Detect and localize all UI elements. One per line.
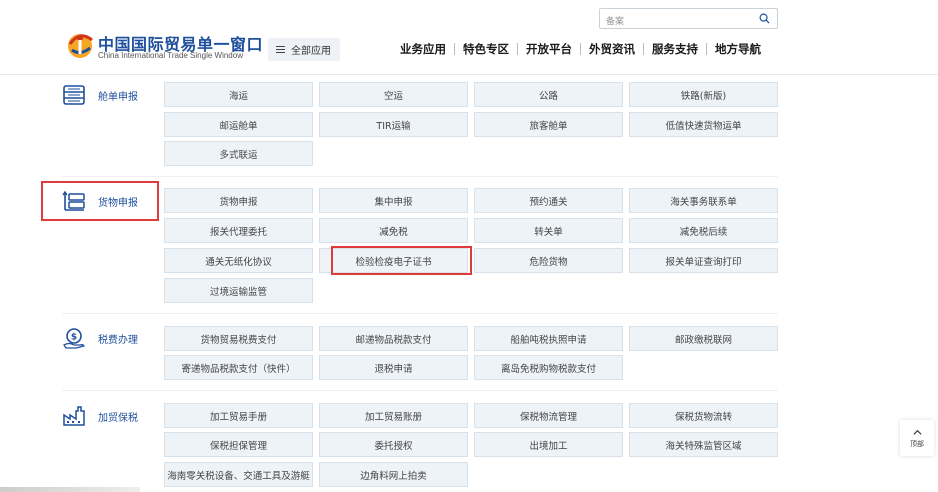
- main-nav: 业务应用 特色专区 开放平台 外贸资讯 服务支持 地方导航: [392, 41, 769, 57]
- tile-hainan-zero-tariff[interactable]: 海南零关税设备、交通工具及游艇: [164, 462, 313, 487]
- category-label: 货物申报: [98, 197, 138, 209]
- all-apps-label: 全部应用: [291, 46, 331, 57]
- nav-business-apps[interactable]: 业务应用: [392, 41, 454, 57]
- tile-bonded-logistics[interactable]: 保税物流管理: [474, 403, 623, 428]
- tile-inspection-e-certificate[interactable]: 检验检疫电子证书: [319, 248, 468, 273]
- tile-centralized-declaration[interactable]: 集中申报: [319, 188, 468, 213]
- category-tax[interactable]: $ 税费办理: [62, 327, 138, 349]
- tile-agent-authorization[interactable]: 报关代理委托: [164, 218, 313, 243]
- tile-document-print[interactable]: 报关单证查询打印: [629, 248, 778, 273]
- logo-icon: [68, 34, 93, 58]
- tax-icon: $: [63, 328, 85, 349]
- manifest-icon: [63, 85, 85, 105]
- tile-transit-form[interactable]: 转关单: [474, 218, 623, 243]
- back-to-top-button[interactable]: 顶部: [900, 420, 934, 456]
- tile-special-supervision-zone[interactable]: 海关特殊监管区域: [629, 432, 778, 457]
- tile-goods-tax-payment[interactable]: 货物贸易税费支付: [164, 326, 313, 351]
- section-divider: [62, 176, 778, 177]
- search-box: [599, 8, 778, 32]
- tile-postal-manifest[interactable]: 邮运舱单: [164, 112, 313, 137]
- tile-paperless-agreement[interactable]: 通关无纸化协议: [164, 248, 313, 273]
- tile-bonded-guarantee[interactable]: 保税担保管理: [164, 432, 313, 457]
- nav-open-platform[interactable]: 开放平台: [518, 41, 580, 57]
- tile-postal-tax-network[interactable]: 邮政缴税联网: [629, 326, 778, 351]
- tile-passenger-manifest[interactable]: 旅客舱单: [474, 112, 623, 137]
- tile-air[interactable]: 空运: [319, 82, 468, 107]
- tile-outbound-processing[interactable]: 出境加工: [474, 432, 623, 457]
- category-label: 舱单申报: [98, 91, 138, 103]
- tile-tir[interactable]: TIR运输: [319, 112, 468, 137]
- section-divider: [62, 390, 778, 391]
- tile-tonnage-tax-license[interactable]: 船舶吨税执照申请: [474, 326, 623, 351]
- tile-entrust-authorization[interactable]: 委托授权: [319, 432, 468, 457]
- section-divider: [62, 313, 778, 314]
- tile-sea[interactable]: 海运: [164, 82, 313, 107]
- tile-transit-supervision[interactable]: 过境运输监管: [164, 278, 313, 303]
- search-icon[interactable]: [759, 13, 770, 24]
- tile-processing-manual[interactable]: 加工贸易手册: [164, 403, 313, 428]
- nav-support[interactable]: 服务支持: [644, 41, 706, 57]
- brand-subtitle: China International Trade Single Window: [98, 51, 243, 60]
- horizontal-scrollbar[interactable]: [0, 487, 140, 492]
- factory-icon: [63, 406, 85, 426]
- cargo-icon: [62, 190, 85, 211]
- nav-special-zone[interactable]: 特色专区: [455, 41, 517, 57]
- tile-postal-tax-payment[interactable]: 邮递物品税款支付: [319, 326, 468, 351]
- category-manifest[interactable]: 舱单申报: [62, 84, 138, 106]
- all-apps-button[interactable]: 全部应用: [268, 38, 340, 61]
- tile-express-tax-payment[interactable]: 寄递物品税款支付（快件）: [164, 355, 313, 380]
- tile-low-value-waybill[interactable]: 低值快速货物运单: [629, 112, 778, 137]
- header: 中国国际贸易单一窗口 China International Trade Sin…: [0, 0, 938, 75]
- tile-goods-declaration[interactable]: 货物申报: [164, 188, 313, 213]
- category-cargo[interactable]: 货物申报: [62, 190, 138, 212]
- tile-dangerous-goods[interactable]: 危险货物: [474, 248, 623, 273]
- tile-tax-exemption-followup[interactable]: 减免税后续: [629, 218, 778, 243]
- tile-rail[interactable]: 铁路(新版): [629, 82, 778, 107]
- tile-tax-exemption[interactable]: 减免税: [319, 218, 468, 243]
- tile-scheduled-clearance[interactable]: 预约通关: [474, 188, 623, 213]
- tile-customs-contact[interactable]: 海关事务联系单: [629, 188, 778, 213]
- tile-processing-ledger[interactable]: 加工贸易账册: [319, 403, 468, 428]
- tile-scrap-auction[interactable]: 边角料网上拍卖: [319, 462, 468, 487]
- tile-multimodal[interactable]: 多式联运: [164, 141, 313, 166]
- tile-tax-refund[interactable]: 退税申请: [319, 355, 468, 380]
- nav-trade-news[interactable]: 外贸资讯: [581, 41, 643, 57]
- tile-bonded-transfer[interactable]: 保税货物流转: [629, 403, 778, 428]
- menu-icon: [276, 46, 285, 53]
- search-input[interactable]: [600, 12, 750, 32]
- tile-road[interactable]: 公路: [474, 82, 623, 107]
- back-to-top-label: 顶部: [910, 439, 924, 448]
- nav-local[interactable]: 地方导航: [707, 41, 769, 57]
- category-label: 加贸保税: [98, 412, 138, 424]
- tile-duty-free-payment[interactable]: 离岛免税购物税款支付: [474, 355, 623, 380]
- category-label: 税费办理: [98, 334, 138, 346]
- svg-text:$: $: [71, 333, 77, 343]
- category-processing-trade[interactable]: 加贸保税: [62, 405, 138, 427]
- chevron-up-icon: [912, 429, 922, 435]
